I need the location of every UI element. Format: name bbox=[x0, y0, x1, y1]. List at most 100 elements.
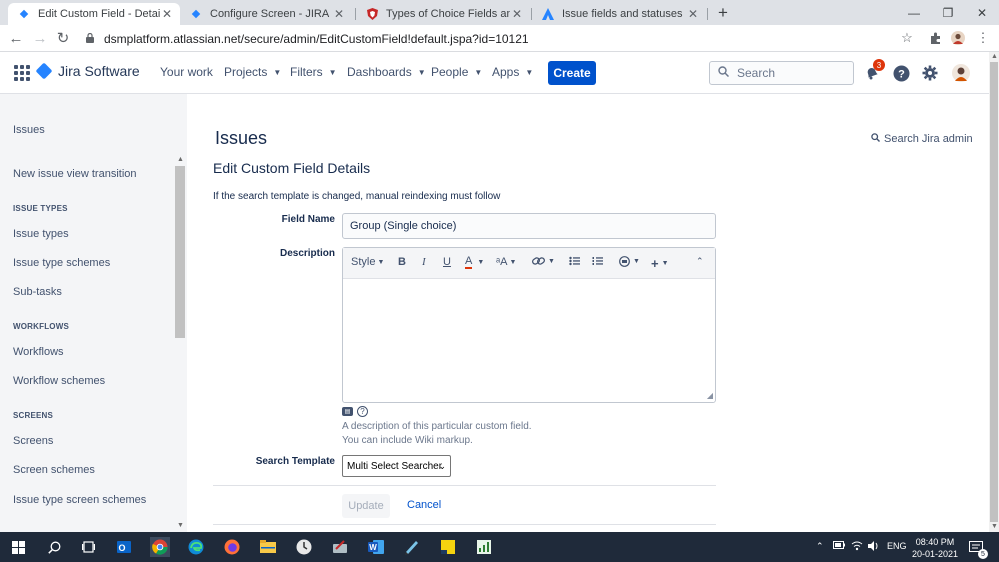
firefox-icon[interactable] bbox=[222, 537, 242, 557]
scroll-down-arrow-icon[interactable]: ▼ bbox=[177, 522, 184, 529]
sidebar-item-issues[interactable]: Issues bbox=[13, 124, 45, 136]
numbered-list-icon[interactable] bbox=[592, 256, 603, 266]
show-hidden-icons-icon[interactable]: ⌃ bbox=[816, 541, 824, 552]
search-icon bbox=[871, 133, 880, 145]
help-icon[interactable]: ? bbox=[891, 63, 911, 83]
close-icon[interactable]: ✕ bbox=[332, 7, 346, 21]
search-input[interactable]: Search bbox=[709, 61, 854, 85]
sidebar-item-issue-types[interactable]: Issue types bbox=[13, 228, 69, 240]
clock-app-icon[interactable] bbox=[294, 537, 314, 557]
description-textarea[interactable] bbox=[344, 281, 714, 402]
text-color-button[interactable]: A ▼ bbox=[465, 256, 484, 269]
nav-dashboards[interactable]: Dashboards ▼ bbox=[347, 65, 426, 79]
nav-filters[interactable]: Filters ▼ bbox=[290, 65, 337, 79]
browser-tab[interactable]: Types of Choice Fields and Wher ✕ bbox=[356, 3, 530, 25]
reload-icon[interactable]: ↻ bbox=[54, 29, 72, 47]
extensions-puzzle-icon[interactable] bbox=[928, 30, 944, 46]
create-button[interactable]: Create bbox=[548, 61, 596, 85]
sidebar-scrollbar[interactable]: ▲ ▼ bbox=[175, 94, 185, 532]
outlook-icon[interactable]: O bbox=[114, 537, 134, 557]
search-jira-admin-link[interactable]: Search Jira admin bbox=[871, 133, 973, 145]
sticky-notes-icon[interactable] bbox=[438, 537, 458, 557]
back-arrow-icon[interactable]: ← bbox=[7, 29, 25, 47]
style-dropdown[interactable]: Style ▼ bbox=[351, 256, 384, 268]
search-template-select[interactable]: Multi Select Searcher ⌄ bbox=[342, 455, 451, 477]
nav-people[interactable]: People ▼ bbox=[431, 65, 482, 79]
italic-button[interactable]: I bbox=[422, 256, 426, 268]
nav-your-work[interactable]: Your work bbox=[160, 65, 213, 79]
sidebar-scroll-thumb[interactable] bbox=[175, 166, 185, 338]
field-name-input[interactable]: Group (Single choice) bbox=[342, 213, 716, 239]
svg-text:W: W bbox=[369, 543, 377, 552]
font-size-button[interactable]: ᵃA ▼ bbox=[496, 256, 516, 268]
search-template-label: Search Template bbox=[255, 456, 335, 467]
collapse-toolbar-icon[interactable]: ⌃ bbox=[696, 256, 704, 267]
browser-tab[interactable]: Configure Screen - JIRA ✕ bbox=[180, 3, 352, 25]
word-icon[interactable]: W bbox=[366, 537, 386, 557]
sidebar-item-new-issue-view-transition[interactable]: New issue view transition bbox=[13, 168, 137, 180]
selected-value: Multi Select Searcher bbox=[347, 460, 443, 472]
system-clock[interactable]: 08:40 PM 20-01-2021 bbox=[910, 536, 960, 560]
bold-button[interactable]: B bbox=[398, 256, 406, 268]
scroll-up-arrow-icon[interactable]: ▲ bbox=[177, 156, 184, 163]
cancel-link[interactable]: Cancel bbox=[407, 499, 441, 511]
nav-projects[interactable]: Projects ▼ bbox=[224, 65, 281, 79]
sidebar-item-screen-schemes[interactable]: Screen schemes bbox=[13, 464, 95, 476]
link-icon[interactable]: ▼ bbox=[532, 256, 555, 266]
sidebar-item-issue-type-schemes[interactable]: Issue type schemes bbox=[13, 257, 110, 269]
page-scrollbar[interactable]: ▲ ▼ bbox=[989, 52, 999, 532]
sidebar-item-issue-type-screen-schemes[interactable]: Issue type screen schemes bbox=[13, 494, 146, 506]
search-icon bbox=[718, 66, 730, 80]
snipping-tool-icon[interactable] bbox=[330, 537, 350, 557]
file-explorer-icon[interactable] bbox=[258, 537, 278, 557]
scroll-up-arrow-icon[interactable]: ▲ bbox=[991, 53, 998, 60]
forward-arrow-icon[interactable]: → bbox=[31, 29, 49, 47]
close-icon[interactable]: ✕ bbox=[160, 7, 174, 21]
insert-more-icon[interactable]: + ▼ bbox=[651, 256, 669, 271]
bookmark-star-icon[interactable]: ☆ bbox=[899, 30, 915, 46]
language-indicator[interactable]: ENG bbox=[887, 541, 907, 551]
chevron-down-icon: ▼ bbox=[509, 258, 517, 266]
page-scroll-thumb[interactable] bbox=[990, 62, 998, 522]
more-menu-icon[interactable]: ⋮ bbox=[975, 30, 991, 46]
battery-icon[interactable] bbox=[833, 541, 845, 551]
volume-icon[interactable] bbox=[868, 541, 880, 553]
bullet-list-icon[interactable] bbox=[569, 256, 580, 266]
underline-button[interactable]: U bbox=[443, 256, 451, 268]
sidebar-item-sub-tasks[interactable]: Sub-tasks bbox=[13, 286, 62, 298]
chrome-icon[interactable] bbox=[150, 537, 170, 557]
restore-icon[interactable]: ❐ bbox=[931, 0, 965, 25]
excel-chart-icon[interactable] bbox=[474, 537, 494, 557]
window-close-icon[interactable]: ✕ bbox=[965, 0, 999, 25]
profile-avatar[interactable] bbox=[950, 30, 966, 46]
close-icon[interactable]: ✕ bbox=[686, 7, 700, 21]
close-icon[interactable]: ✕ bbox=[510, 7, 524, 21]
jira-software-logo[interactable]: Jira Software bbox=[35, 62, 140, 80]
sidebar-item-screens[interactable]: Screens bbox=[13, 435, 53, 447]
emoji-icon[interactable]: ▼ bbox=[619, 256, 640, 267]
search-icon[interactable] bbox=[44, 537, 64, 557]
resize-handle-icon[interactable]: ◢ bbox=[707, 391, 713, 400]
scroll-down-arrow-icon[interactable]: ▼ bbox=[991, 523, 998, 530]
app-switcher-icon[interactable] bbox=[14, 65, 30, 81]
help-circle-icon[interactable]: ? bbox=[357, 406, 368, 417]
update-button[interactable]: Update bbox=[342, 494, 390, 518]
nav-apps[interactable]: Apps ▼ bbox=[492, 65, 533, 79]
address-bar[interactable]: dsmplatform.atlassian.net/secure/admin/E… bbox=[78, 28, 918, 49]
wiki-markup-hint: You can include Wiki markup. bbox=[342, 435, 473, 446]
browser-tab[interactable]: Issue fields and statuses | Admin ✕ bbox=[532, 3, 706, 25]
browser-tab[interactable]: Edit Custom Field - Details - JIRA ✕ bbox=[8, 3, 180, 25]
edge-icon[interactable] bbox=[186, 537, 206, 557]
sidebar-item-workflows[interactable]: Workflows bbox=[13, 346, 64, 358]
wifi-icon[interactable] bbox=[851, 541, 863, 553]
task-view-icon[interactable] bbox=[78, 537, 98, 557]
description-editor: Style ▼ B I U A ▼ ᵃA ▼ ▼ ▼ + ▼ ⌃ ◢ bbox=[342, 247, 716, 403]
new-tab-icon[interactable]: + bbox=[713, 3, 733, 23]
sidebar-item-workflow-schemes[interactable]: Workflow schemes bbox=[13, 375, 105, 387]
wiki-markup-icon[interactable]: ▤ bbox=[342, 407, 353, 416]
notepad-icon[interactable] bbox=[402, 537, 422, 557]
windows-start-icon[interactable] bbox=[8, 537, 28, 557]
settings-gear-icon[interactable] bbox=[920, 63, 940, 83]
minimize-icon[interactable]: — bbox=[897, 0, 931, 25]
user-avatar[interactable] bbox=[951, 63, 971, 83]
